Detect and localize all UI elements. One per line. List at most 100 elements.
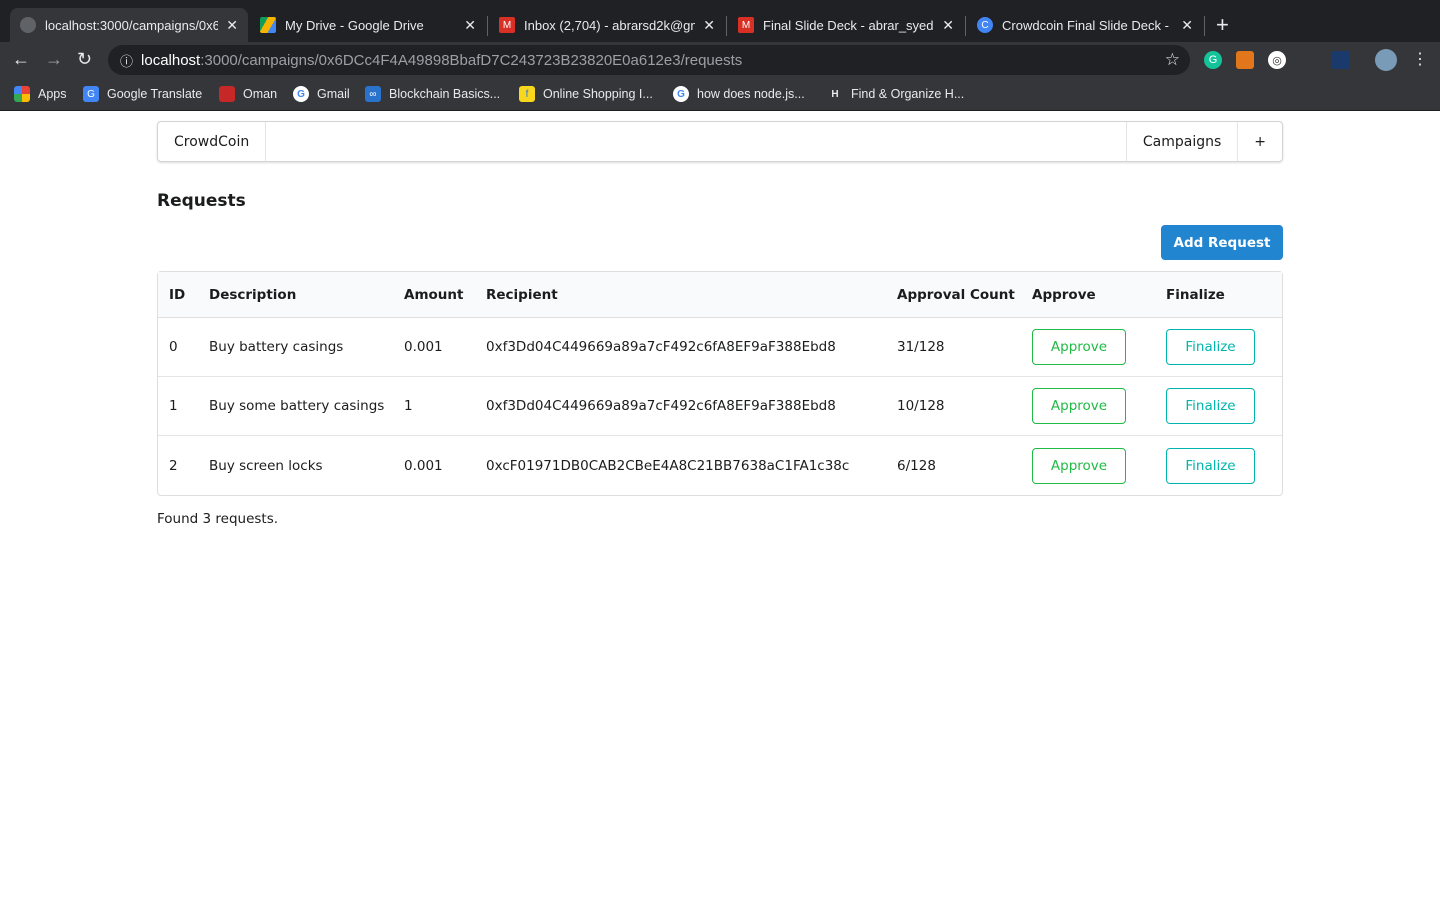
bookmarks-bar: Apps G Google Translate Oman G Gmail ∞ Bloc… [0, 78, 1440, 111]
cell-approve: Approve [1021, 318, 1155, 377]
finalize-button[interactable]: Finalize [1166, 329, 1255, 365]
bookmark-label: Blockchain Basics... [389, 87, 501, 101]
header-id: ID [158, 272, 198, 318]
cell-id: 1 [158, 377, 198, 436]
cell-finalize: Finalize [1155, 318, 1282, 377]
close-tab-icon[interactable]: ✕ [464, 17, 476, 34]
add-campaign-link[interactable]: + [1237, 122, 1282, 161]
gmail-icon: M [499, 17, 515, 33]
close-tab-icon[interactable]: ✕ [1181, 17, 1193, 34]
bookmark-label: Oman [243, 87, 278, 101]
forward-icon[interactable]: → [45, 49, 63, 70]
tab-google-drive[interactable]: My Drive - Google Drive ✕ [250, 8, 486, 42]
add-request-button[interactable]: Add Request [1161, 225, 1283, 260]
tab-localhost[interactable]: localhost:3000/campaigns/0x6DCc4F4A ✕ [10, 8, 248, 42]
bookmark-nodejs[interactable]: Ghow does node.js... [673, 86, 805, 102]
bookmark-find-organize[interactable]: H Find & Organize H... [827, 86, 964, 102]
cell-finalize: Finalize [1155, 436, 1282, 495]
bookmark-gmail[interactable]: G Gmail [293, 86, 350, 102]
table-row: 2 Buy screen locks 0.001 0xcF01971DB0CAB… [158, 436, 1282, 495]
header-amount: Amount [393, 272, 475, 318]
tab-title: My Drive - Google Drive [285, 17, 424, 33]
hive-icon: H [831, 88, 839, 100]
bookmark-oman[interactable]: Oman [219, 86, 277, 102]
bookmark-apps[interactable]: Apps [14, 86, 67, 102]
cell-recipient: 0xf3Dd04C449669a89a7cF492c6fA8EF9aF388Eb… [475, 318, 886, 377]
request-count: Found 3 requests. [157, 511, 279, 527]
google-icon: G [293, 86, 309, 102]
flipkart-icon: f [519, 86, 535, 102]
avatar[interactable] [1375, 49, 1397, 71]
address-bar[interactable]: ⓘ localhost:3000/campaigns/0x6DCc4F4A498… [108, 45, 1190, 75]
crowdcoin-icon: C [977, 17, 993, 33]
cell-approval-count: 10/128 [886, 377, 1021, 436]
cell-recipient: 0xcF01971DB0CAB2CBeE4A8C21BB7638aC1FA1c3… [486, 457, 850, 474]
reload-icon[interactable]: ↻ [77, 49, 92, 70]
bookmark-label: how does node.js... [697, 87, 805, 101]
finalize-button[interactable]: Finalize [1166, 388, 1255, 424]
new-tab-icon[interactable]: + [1216, 12, 1229, 38]
header-approval-count: Approval Count [886, 272, 1021, 318]
bookmark-label: Google Translate [107, 87, 203, 101]
tab-final-slide-deck[interactable]: M Final Slide Deck - abrar_syed@ ✕ [728, 8, 964, 42]
table-header: ID Description Amount Recipient Approval… [158, 272, 1282, 318]
finalize-button[interactable]: Finalize [1166, 447, 1255, 484]
tab-title: localhost:3000/campaigns/0x6DCc4F4A [45, 17, 219, 33]
bookmark-google-translate[interactable]: G Google Translate [83, 86, 202, 102]
cell-amount: 0.001 [393, 318, 475, 377]
bookmark-online-shopping[interactable]: f Online Shopping I... [519, 86, 653, 102]
menu-icon[interactable]: ⋮ [1412, 49, 1428, 69]
coursera-icon: ∞ [365, 86, 381, 102]
apps-grid-icon [14, 86, 30, 102]
tab-title: Crowdcoin Final Slide Deck - P [1002, 17, 1174, 33]
campaigns-link[interactable]: Campaigns [1125, 122, 1237, 161]
browser-toolbar: ← → ↻ ⓘ localhost:3000/campaigns/0x6DCc4… [0, 42, 1440, 78]
cell-amount: 1 [393, 377, 475, 436]
info-icon: ⓘ [120, 53, 134, 69]
requests-table: ID Description Amount Recipient Approval… [157, 271, 1283, 496]
globe-icon [20, 17, 36, 33]
tab-crowdcoin-deck[interactable]: C Crowdcoin Final Slide Deck - P ✕ [967, 8, 1203, 42]
back-icon[interactable]: ← [12, 49, 30, 70]
bookmark-blockchain-basics[interactable]: ∞ Blockchain Basics... [365, 86, 500, 102]
cell-amount: 0.001 [404, 457, 443, 474]
tab-inbox[interactable]: M Inbox (2,704) - abrarsd2k@gmail.com ✕ [489, 8, 725, 42]
header-description: Description [198, 272, 393, 318]
extension-icon[interactable]: ◎ [1268, 51, 1286, 69]
top-menu: CrowdCoin Campaigns + [157, 121, 1283, 162]
header-recipient: Recipient [475, 272, 886, 318]
bookmark-star-icon[interactable]: ☆ [1165, 50, 1180, 70]
bookmark-label: Gmail [317, 87, 350, 101]
metamask-icon[interactable] [1236, 51, 1254, 69]
page-content: CrowdCoin Campaigns + Requests Add Reque… [157, 121, 1283, 527]
cell-description: Buy battery casings [198, 318, 393, 377]
table-row: 0 Buy battery casings 0.001 0xf3Dd04C449… [158, 318, 1282, 377]
cell-approval-count: 6/128 [897, 457, 936, 474]
close-tab-icon[interactable]: ✕ [226, 17, 238, 34]
approve-button[interactable]: Approve [1032, 388, 1126, 424]
gmail-icon: M [738, 17, 754, 33]
table-row: 1 Buy some battery casings 1 0xf3Dd04C44… [158, 377, 1282, 436]
google-icon: G [673, 86, 689, 102]
approve-button[interactable]: Approve [1032, 447, 1126, 484]
tab-title: Final Slide Deck - abrar_syed@ [763, 17, 935, 33]
bookmark-label: Online Shopping I... [543, 87, 653, 101]
tab-title: Inbox (2,704) - abrarsd2k@gmail.com [524, 17, 695, 33]
close-tab-icon[interactable]: ✕ [942, 17, 954, 34]
extension-icon[interactable] [1332, 51, 1350, 69]
cell-finalize: Finalize [1155, 377, 1282, 436]
bookmark-label: Find & Organize H... [851, 87, 965, 101]
bookmark-label: Apps [38, 87, 67, 101]
close-tab-icon[interactable]: ✕ [703, 17, 715, 34]
cell-id: 0 [158, 318, 198, 377]
grammarly-icon[interactable]: G [1204, 51, 1222, 69]
cell-approval-count: 31/128 [886, 318, 1021, 377]
brand-link[interactable]: CrowdCoin [158, 122, 267, 161]
oman-icon [219, 86, 235, 102]
header-approve: Approve [1021, 272, 1155, 318]
approve-button[interactable]: Approve [1032, 329, 1126, 365]
cell-description: Buy screen locks [209, 457, 323, 474]
header-finalize: Finalize [1155, 272, 1282, 318]
page-title: Requests [157, 191, 246, 211]
tab-strip: localhost:3000/campaigns/0x6DCc4F4A ✕ My … [0, 0, 1440, 42]
